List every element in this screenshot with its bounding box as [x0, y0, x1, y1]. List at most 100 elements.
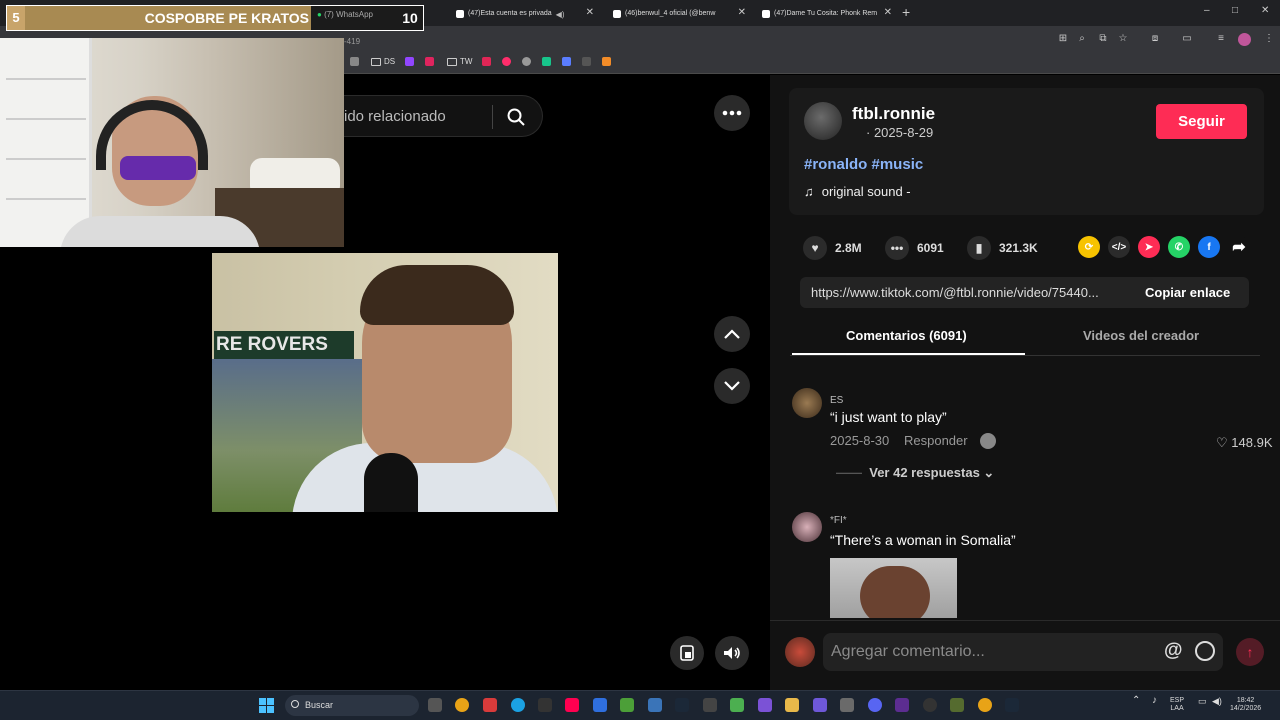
app-red-icon[interactable]	[483, 698, 497, 712]
send-icon[interactable]: ➤	[1138, 236, 1160, 258]
app-dark-icon[interactable]	[703, 698, 717, 712]
commenter-name[interactable]: *FI*	[830, 515, 847, 526]
chrome-active-icon[interactable]	[978, 698, 992, 712]
view-replies-button[interactable]: —— Ver 42 respuestas ⌄	[836, 465, 994, 481]
comment-image[interactable]	[830, 558, 957, 618]
bookmark-green-icon[interactable]	[542, 57, 554, 66]
taskbar-search[interactable]: Buscar	[285, 695, 419, 716]
bookmark-blue-icon[interactable]	[562, 57, 574, 66]
tray-chevron-icon[interactable]: ⌃	[1132, 696, 1140, 706]
steam-active-icon[interactable]	[1005, 698, 1019, 712]
app-olive-icon[interactable]	[950, 698, 964, 712]
bookmark-dark-icon[interactable]	[582, 57, 594, 66]
browser-tab-3[interactable]: (47)Dame Tu Cosita: Phonk Rem ✕	[754, 3, 896, 24]
bookmark-orange-icon[interactable]	[602, 57, 614, 66]
post-comment-button[interactable]: ↑	[1236, 638, 1264, 666]
translate-icon[interactable]: ⊞	[1056, 32, 1070, 46]
bookmark-red-icon[interactable]	[425, 57, 437, 66]
profile-avatar[interactable]	[1238, 33, 1251, 46]
reply-button[interactable]: Responder	[904, 433, 968, 448]
video-player[interactable]: RE ROVERS	[212, 253, 558, 512]
search-bar[interactable]: ido relacionado	[344, 95, 543, 137]
comment-input[interactable]	[831, 633, 1151, 671]
close-tab-icon[interactable]: ✕	[586, 7, 594, 18]
commenter-name[interactable]: ES	[830, 395, 843, 406]
app-blue-icon[interactable]	[593, 698, 607, 712]
chrome-icon[interactable]	[455, 698, 469, 712]
bookmark-tw[interactable]: TW	[447, 57, 472, 66]
minecraft-icon[interactable]	[730, 698, 744, 712]
save-stat[interactable]: ▮ 321.3K	[967, 236, 1038, 260]
zoom-icon[interactable]: ⌕	[1075, 32, 1089, 46]
windows-start-icon[interactable]	[259, 698, 274, 713]
steam-icon[interactable]	[675, 698, 689, 712]
bookmark-gray-icon[interactable]	[522, 57, 534, 66]
obs-icon[interactable]	[923, 698, 937, 712]
bookmark-twitch-icon[interactable]	[405, 57, 417, 66]
edge-icon[interactable]	[511, 698, 525, 712]
network-icon[interactable]: ▭	[1198, 697, 1207, 706]
miniplayer-button[interactable]	[670, 636, 704, 670]
app-diamond-icon[interactable]	[895, 698, 909, 712]
search-input[interactable]: ido relacionado	[344, 108, 446, 125]
author-avatar[interactable]	[804, 102, 842, 140]
embed-icon[interactable]: </>	[1108, 236, 1130, 258]
volume-icon[interactable]: ◀)	[1212, 697, 1222, 706]
facebook-icon[interactable]: f	[1198, 236, 1220, 258]
bookmark-pink-icon[interactable]	[502, 57, 514, 66]
menu-icon[interactable]: ⋮	[1262, 32, 1276, 46]
copy-link-button[interactable]: Copiar enlace	[1145, 285, 1230, 300]
author-name[interactable]: ftbl.ronnie	[852, 104, 935, 124]
previous-video-button[interactable]	[714, 316, 750, 352]
tiktok-app-icon[interactable]	[565, 698, 579, 712]
app-green-icon[interactable]	[620, 698, 634, 712]
bookmark-red2-icon[interactable]	[482, 57, 494, 66]
language-indicator[interactable]: ESP LAA	[1170, 697, 1184, 713]
close-window-button[interactable]: ✕	[1261, 5, 1269, 16]
whatsapp-icon[interactable]: ✆	[1168, 236, 1190, 258]
browser-tab-1[interactable]: (47)Esta cuenta es privada ◀) ✕	[448, 3, 598, 24]
close-tab-icon[interactable]: ✕	[884, 7, 892, 18]
sidebar-icon[interactable]: ▭	[1180, 32, 1194, 46]
discord-icon[interactable]	[868, 698, 882, 712]
tab-creator-videos[interactable]: Videos del creador	[1083, 328, 1199, 343]
bookmark-star-icon[interactable]: ☆	[1116, 32, 1130, 46]
search-icon[interactable]	[506, 107, 526, 127]
video-url[interactable]: https://www.tiktok.com/@ftbl.ronnie/vide…	[811, 285, 1099, 300]
commenter-avatar[interactable]	[792, 512, 822, 542]
comment-stat[interactable]: ••• 6091	[885, 236, 944, 260]
sound-row[interactable]: ♫ original sound -	[804, 184, 911, 199]
bookmark-icon[interactable]	[350, 57, 362, 66]
share-arrow-icon[interactable]: ➦	[1228, 236, 1250, 258]
like-stat[interactable]: ♥ 2.8M	[803, 236, 862, 260]
browser-tab-2[interactable]: (46)benwul_4 oficial (@benw ✕	[605, 3, 750, 24]
notepad-icon[interactable]	[840, 698, 854, 712]
next-video-button[interactable]	[714, 368, 750, 404]
mention-icon[interactable]: @	[1164, 640, 1183, 662]
file-explorer-icon[interactable]	[785, 698, 799, 712]
follow-button[interactable]: Seguir	[1156, 104, 1247, 139]
extensions-icon[interactable]: ⧈	[1148, 32, 1162, 46]
app-window-icon[interactable]	[648, 698, 662, 712]
more-options-button[interactable]	[714, 95, 750, 131]
tab-comments[interactable]: Comentarios (6091)	[846, 328, 967, 343]
hashtags[interactable]: #ronaldo #music	[804, 156, 923, 173]
media-icon[interactable]: ≡	[1214, 32, 1228, 46]
terminal-icon[interactable]	[538, 698, 552, 712]
volume-button[interactable]	[715, 636, 749, 670]
task-view-icon[interactable]	[428, 698, 442, 712]
maximize-button[interactable]: □	[1232, 5, 1238, 16]
bookmark-ds[interactable]: DS	[371, 57, 395, 66]
comment-like[interactable]: ♡ 148.9K	[1216, 435, 1272, 451]
app-purple-icon[interactable]	[758, 698, 772, 712]
app-grid-icon[interactable]	[813, 698, 827, 712]
install-icon[interactable]: ⧉	[1096, 32, 1110, 46]
emoji-icon[interactable]	[1195, 641, 1215, 661]
minimize-button[interactable]: –	[1204, 5, 1210, 16]
clock[interactable]: 18:42 14/2/2026	[1230, 697, 1261, 713]
microphone-icon[interactable]: ♪	[1152, 696, 1157, 706]
close-tab-icon[interactable]: ✕	[738, 7, 746, 18]
comment-input-box[interactable]	[823, 633, 1223, 671]
repost-icon[interactable]: ⟳	[1078, 236, 1100, 258]
new-tab-button[interactable]: +	[902, 4, 910, 20]
